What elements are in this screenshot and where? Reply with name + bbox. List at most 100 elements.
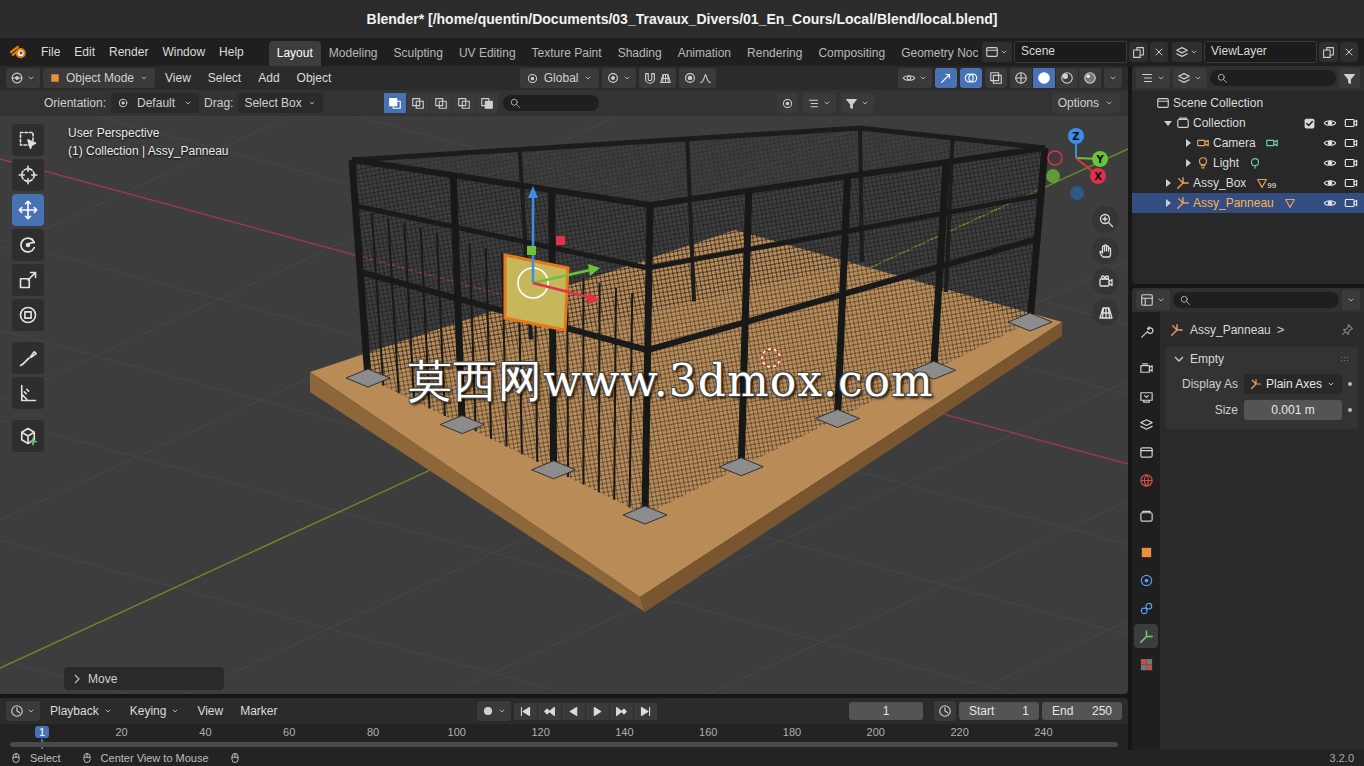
pin-button[interactable]: [1341, 323, 1354, 336]
timeline-menu-item[interactable]: Keying: [123, 701, 188, 721]
viewport-menu-item[interactable]: Select: [201, 68, 248, 88]
select-mode-button[interactable]: [453, 93, 475, 113]
current-frame-field[interactable]: 1: [849, 702, 923, 720]
properties-tab[interactable]: [1134, 568, 1158, 592]
shading-button[interactable]: [1033, 68, 1055, 88]
options-dropdown[interactable]: Options: [1052, 93, 1120, 113]
outliner-row[interactable]: Camera: [1132, 133, 1364, 153]
outliner-filter[interactable]: [1339, 68, 1360, 88]
render-toggle[interactable]: [1342, 116, 1360, 130]
shading-options[interactable]: [1104, 68, 1122, 88]
delete-scene-button[interactable]: [1150, 42, 1168, 62]
timeline-menu-item[interactable]: Playback: [43, 701, 120, 721]
outliner-editor-type[interactable]: [1136, 68, 1170, 88]
preview-range-button[interactable]: [934, 701, 956, 721]
outliner-search[interactable]: [1210, 70, 1336, 86]
tool-button[interactable]: [12, 229, 44, 261]
shading-button[interactable]: [1010, 68, 1032, 88]
workspace-tab[interactable]: Shading: [610, 41, 670, 66]
new-view-layer-button[interactable]: [1319, 42, 1338, 62]
playback-button[interactable]: [538, 703, 561, 720]
list-button[interactable]: [803, 93, 836, 113]
tool-button[interactable]: [12, 264, 44, 296]
properties-tab[interactable]: [1134, 468, 1158, 492]
menu-item[interactable]: File: [34, 42, 67, 62]
end-frame-field[interactable]: End250: [1042, 702, 1122, 720]
tool-button[interactable]: [12, 159, 44, 191]
properties-options[interactable]: [1342, 290, 1360, 310]
blender-logo[interactable]: [10, 43, 30, 61]
visibility-toggle[interactable]: [1321, 156, 1339, 170]
workspace-tab[interactable]: Compositing: [810, 41, 893, 66]
frame-ruler[interactable]: 120406080100120140160180200220240: [0, 724, 1128, 750]
properties-tab[interactable]: [1134, 412, 1158, 436]
last-operator-panel[interactable]: Move: [64, 667, 224, 690]
workspace-tab[interactable]: Layout: [269, 41, 321, 66]
properties-tab[interactable]: [1134, 540, 1158, 564]
properties-tab[interactable]: [1134, 440, 1158, 464]
playback-button[interactable]: [562, 703, 585, 720]
outliner-row[interactable]: Assy_Panneau: [1132, 193, 1364, 213]
scene-field[interactable]: Scene: [1014, 41, 1127, 63]
tool-button[interactable]: [12, 124, 44, 156]
property-dropdown[interactable]: Plain Axes: [1244, 374, 1342, 394]
panel-header[interactable]: Empty: [1166, 347, 1358, 371]
timeline-editor-type[interactable]: [6, 701, 40, 721]
properties-tab[interactable]: [1134, 356, 1158, 380]
viewport-menu-item[interactable]: Object: [290, 68, 339, 88]
outliner-row[interactable]: Light: [1132, 153, 1364, 173]
properties-tab[interactable]: [1134, 596, 1158, 620]
tool-search[interactable]: [503, 95, 599, 111]
workspace-tab[interactable]: Sculpting: [386, 41, 451, 66]
select-mode-button[interactable]: [384, 93, 406, 113]
visibility-toggle[interactable]: [1321, 116, 1339, 130]
visibility-toggle[interactable]: [1321, 136, 1339, 150]
viewport-canvas[interactable]: User Perspective(1) Collection | Assy_Pa…: [0, 116, 1128, 694]
tool-button[interactable]: [12, 342, 44, 374]
workspace-tab[interactable]: Modeling: [321, 41, 386, 66]
properties-search[interactable]: [1173, 292, 1339, 308]
perspective-button[interactable]: [1092, 299, 1119, 326]
expand-arrow-icon[interactable]: [1163, 178, 1173, 188]
playback-button[interactable]: [586, 703, 609, 720]
zoom-button[interactable]: [1092, 206, 1119, 233]
camera-view-button[interactable]: [1092, 268, 1119, 295]
navigation-gizmo[interactable]: ZYX: [1040, 116, 1112, 200]
pan-button[interactable]: [1092, 237, 1119, 264]
properties-tab[interactable]: [1134, 652, 1158, 676]
menu-item[interactable]: Render: [102, 42, 155, 62]
select-mode-button[interactable]: [407, 93, 429, 113]
delete-view-layer-button[interactable]: [1340, 42, 1358, 62]
workspace-tab[interactable]: Animation: [670, 41, 739, 66]
view-layer-browse[interactable]: [1172, 42, 1202, 62]
outliner-row[interactable]: Collection: [1132, 113, 1364, 133]
visibility-toggle[interactable]: [1321, 176, 1339, 190]
animate-dot[interactable]: [1348, 408, 1352, 412]
animate-dot[interactable]: [1348, 382, 1352, 386]
new-scene-button[interactable]: [1129, 42, 1148, 62]
tool-button[interactable]: [12, 194, 44, 226]
visibility-button[interactable]: [898, 68, 932, 88]
exclude-checkbox[interactable]: [1300, 117, 1318, 130]
proportional-button[interactable]: [679, 68, 716, 88]
transform-orientation-dropdown[interactable]: Global: [520, 68, 600, 88]
editor-type-button[interactable]: [6, 68, 40, 88]
properties-editor-type[interactable]: [1136, 290, 1170, 310]
menu-item[interactable]: Help: [212, 42, 251, 62]
workspace-tab[interactable]: UV Editing: [451, 41, 524, 66]
expand-arrow-icon[interactable]: [1163, 198, 1173, 208]
properties-tab[interactable]: [1134, 384, 1158, 408]
properties-tab[interactable]: [1134, 504, 1158, 528]
timeline-menu-item[interactable]: Marker: [233, 701, 284, 721]
playback-button[interactable]: [610, 703, 633, 720]
expand-arrow-icon[interactable]: [1183, 138, 1193, 148]
select-mode-button[interactable]: [476, 93, 498, 113]
mode-dropdown[interactable]: Object Mode: [43, 68, 155, 88]
render-toggle[interactable]: [1342, 136, 1360, 150]
visibility-toggle[interactable]: [1321, 196, 1339, 210]
overlay-toggle[interactable]: [960, 68, 982, 88]
playback-button[interactable]: [634, 703, 657, 720]
orientation-dropdown[interactable]: Default: [111, 93, 199, 113]
drag-dropdown[interactable]: Select Box: [238, 93, 322, 113]
expand-arrow-icon[interactable]: [1183, 158, 1193, 168]
